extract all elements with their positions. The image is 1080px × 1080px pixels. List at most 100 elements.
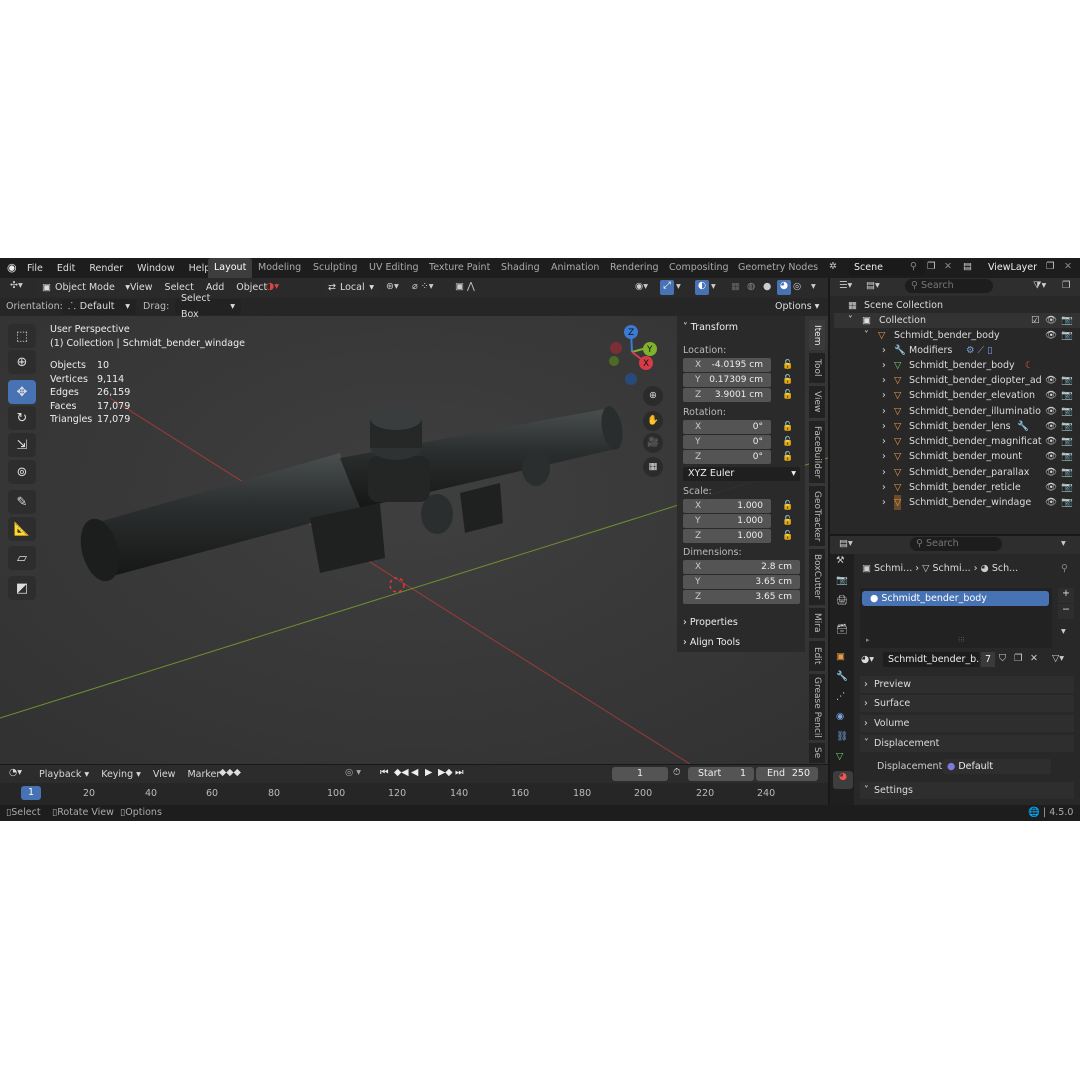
tab-item[interactable]: Item — [809, 320, 825, 350]
eye-icon[interactable]: 👁 — [1045, 419, 1057, 434]
outliner-item[interactable]: › ▽ Schmidt_bender_mount 👁 📷 — [834, 449, 1080, 464]
outliner-item-body[interactable]: ˅ ▽ Schmidt_bender_body 👁 📷 — [834, 328, 1080, 343]
keying-menu[interactable]: Keying ▾ — [101, 769, 141, 780]
slot-resize-handle[interactable]: ⁝⁝⁝ — [958, 636, 965, 644]
mode-dropdown[interactable]: ▣ Object Mode ▾ — [36, 280, 136, 296]
constraints-tab-icon[interactable]: ⛓ — [836, 731, 848, 742]
tool-tab-icon[interactable]: ⚒ — [836, 555, 845, 566]
outliner-item[interactable]: › ▽ Schmidt_bender_windage 👁 📷 — [834, 495, 1080, 510]
lock-icon[interactable]: 🔓 — [782, 390, 793, 400]
eye-icon[interactable]: 👁 — [1045, 328, 1057, 343]
physics-tab-icon[interactable]: ◉ — [836, 711, 844, 722]
lock-icon[interactable]: 🔓 — [782, 501, 793, 511]
view-menu[interactable]: View — [130, 282, 153, 293]
tab-edit[interactable]: Edit — [809, 641, 825, 671]
material-link-icon[interactable]: ▽▾ — [1052, 653, 1064, 664]
camera-icon[interactable]: 📷 — [1061, 495, 1073, 510]
eye-icon[interactable]: 👁 — [1045, 373, 1057, 388]
eye-icon[interactable]: 👁 — [1045, 495, 1057, 510]
record-icon[interactable]: ◎ ▾ — [345, 767, 361, 778]
add-slot-button[interactable]: + — [1058, 588, 1074, 603]
outliner-item[interactable]: › ▽ Schmidt_bender_elevation 👁 📷 — [834, 388, 1080, 403]
drag-dropdown[interactable]: Select Box ▾ — [175, 293, 241, 320]
lock-icon[interactable]: 🔓 — [782, 516, 793, 526]
properties-panel-header[interactable]: › Properties — [683, 617, 738, 628]
transform-tool-icon[interactable]: ⊚ — [8, 460, 36, 484]
tab-boxcutter[interactable]: BoxCutter — [809, 549, 825, 605]
checkbox-icon[interactable]: ☑ — [1031, 313, 1040, 328]
lock-icon[interactable]: 🔓 — [782, 531, 793, 541]
location-x-field[interactable]: X -4.0195 cm — [683, 358, 771, 372]
outliner-editor-icon[interactable]: ☰▾ — [839, 280, 852, 291]
jump-start-icon[interactable]: ⏮ — [380, 767, 389, 778]
outliner-item[interactable]: › ▽ Schmidt_bender_magnificat 👁 📷 — [834, 434, 1080, 449]
rotation-x-field[interactable]: X 0° — [683, 420, 771, 434]
play-reverse-icon[interactable]: ◀ — [411, 767, 418, 778]
new-view-layer-icon[interactable]: ❐ — [1046, 261, 1055, 272]
cursor-tool-icon[interactable]: ⊕ — [8, 350, 36, 374]
tab-geotracker[interactable]: GeoTracker — [809, 486, 825, 546]
dimension-y-field[interactable]: Y 3.65 cm — [683, 575, 800, 589]
outliner-item[interactable]: › ▽ Schmidt_bender_parallax 👁 📷 — [834, 465, 1080, 480]
playback-menu[interactable]: Playback ▾ — [39, 769, 89, 780]
tab-geometry-nodes[interactable]: Geometry Nodes — [732, 258, 824, 278]
rotation-mode-dropdown[interactable]: XYZ Euler ▾ — [683, 467, 800, 481]
navigation-gizmo[interactable]: Z Y X — [600, 322, 664, 386]
filter-icon[interactable]: ⧩▾ — [1033, 280, 1046, 291]
tab-modeling[interactable]: Modeling — [252, 258, 307, 278]
unlink-icon[interactable]: ✕ — [1030, 653, 1038, 664]
move-tool-icon[interactable]: ✥ — [8, 380, 36, 404]
displacement-field[interactable]: ● Default — [943, 759, 1051, 774]
options-button[interactable]: Options ▾ — [775, 301, 819, 312]
menu-window[interactable]: Window — [137, 263, 174, 274]
output-tab-icon[interactable]: 🖨 — [836, 595, 848, 606]
eye-icon[interactable]: 👁 — [1045, 465, 1057, 480]
dimension-z-field[interactable]: Z 3.65 cm — [683, 590, 800, 604]
particles-tab-icon[interactable]: ⋰ — [836, 691, 846, 702]
material-slot-item[interactable]: ● Schmidt_bender_body — [862, 591, 1049, 606]
tab-layout[interactable]: Layout — [208, 258, 253, 278]
modifier-tab-icon[interactable]: 🔧 — [836, 671, 848, 682]
fake-user-icon[interactable]: ⛉ — [999, 653, 1006, 664]
collection-row[interactable]: ˅ ▣ Collection ☑ 👁 📷 — [834, 313, 1080, 328]
tab-facebuilder[interactable]: FaceBuilder — [809, 421, 825, 483]
scale-y-field[interactable]: Y 1.000 — [683, 514, 771, 528]
current-frame-marker[interactable]: 1 — [21, 786, 41, 800]
delete-scene-icon[interactable]: ✕ — [944, 261, 952, 272]
ortho-grid-icon[interactable]: ▦ — [643, 457, 663, 477]
align-tools-panel-header[interactable]: › Align Tools — [683, 637, 740, 648]
visibility-icon[interactable]: ◉▾ — [635, 281, 648, 292]
editor-type-icon[interactable]: ✣▾ — [10, 280, 23, 291]
displacement-section[interactable]: ˅ Displacement — [860, 735, 1074, 752]
current-frame-field[interactable]: 1 — [612, 767, 668, 781]
shading-solid-icon[interactable]: ● — [763, 281, 771, 292]
material-name-field[interactable]: Schmidt_bender_b... — [883, 652, 979, 667]
annotate-tool-icon[interactable]: ✎ — [8, 490, 36, 514]
slot-menu-icon[interactable]: ▾ — [1061, 626, 1066, 637]
render-tab-icon[interactable]: 📷 — [836, 575, 848, 586]
material-tab-icon[interactable]: ◕ — [833, 771, 853, 789]
select-tool-icon[interactable]: ⬚ — [8, 324, 36, 348]
tab-tool[interactable]: Tool — [809, 353, 825, 383]
rotation-y-field[interactable]: Y 0° — [683, 435, 771, 449]
new-collection-icon[interactable]: ❐ — [1062, 280, 1071, 291]
prev-keyframe-icon[interactable]: ◆◀ — [394, 767, 409, 778]
object-tab-icon[interactable]: ▣ — [836, 651, 845, 662]
pin-icon[interactable]: ⚲ — [910, 261, 917, 272]
mesh-data-row[interactable]: › ▽ Schmidt_bender_body ☾ — [834, 358, 1080, 373]
tab-uv-editing[interactable]: UV Editing — [363, 258, 425, 278]
dimension-x-field[interactable]: X 2.8 cm — [683, 560, 800, 574]
gizmo-dropdown-icon[interactable]: ▾ — [676, 281, 681, 292]
menu-file[interactable]: File — [27, 263, 43, 274]
camera-icon[interactable]: 📷 — [1061, 419, 1073, 434]
orientation-dropdown[interactable]: ⸫ Default ▾ — [62, 299, 136, 315]
proportional-edit-icon[interactable]: ▣ ⋀ — [455, 281, 475, 292]
scene-tab-icon[interactable]: 🗃 — [836, 624, 848, 635]
camera-icon[interactable]: 📷 — [1061, 480, 1073, 495]
scale-x-field[interactable]: X 1.000 — [683, 499, 771, 513]
material-browse-icon[interactable]: ◕▾ — [861, 654, 874, 665]
marker-menu[interactable]: Marker — [187, 769, 220, 780]
outliner-item[interactable]: › ▽ Schmidt_bender_reticle 👁 📷 — [834, 480, 1080, 495]
preview-section[interactable]: › Preview — [860, 676, 1074, 693]
tab-shading[interactable]: Shading — [495, 258, 546, 278]
